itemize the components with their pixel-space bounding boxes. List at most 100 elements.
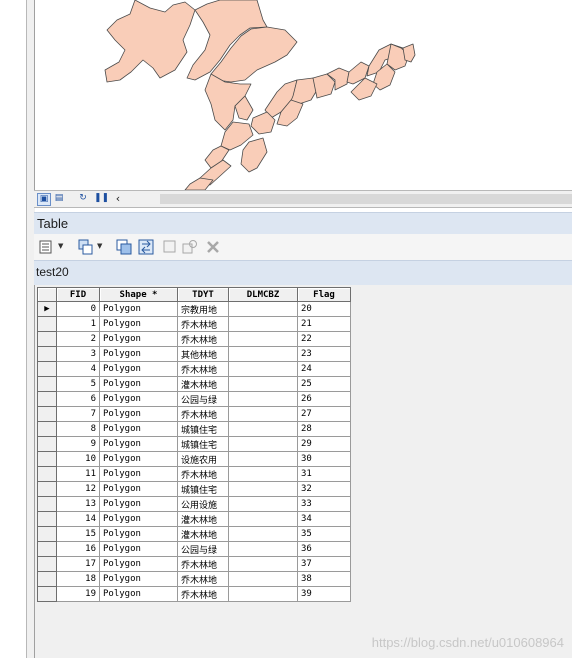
row-selector[interactable] (37, 526, 57, 542)
cell-tdyt[interactable]: 乔木林地 (177, 361, 229, 377)
cell-flag[interactable]: 33 (297, 496, 351, 512)
cell-dlmcbz[interactable] (228, 346, 298, 362)
cell-dlmcbz[interactable] (228, 481, 298, 497)
cell-shape[interactable]: Polygon (99, 556, 178, 572)
related-tables-dropdown-arrow[interactable]: ▼ (97, 242, 102, 250)
cell-dlmcbz[interactable] (228, 466, 298, 482)
horizontal-scrollbar[interactable] (160, 194, 572, 204)
cell-dlmcbz[interactable] (228, 451, 298, 467)
cell-shape[interactable]: Polygon (99, 511, 178, 527)
table-options-dropdown-arrow[interactable]: ▼ (58, 242, 63, 250)
cell-flag[interactable]: 36 (297, 541, 351, 557)
table-row[interactable]: 1 Polygon 乔木林地 21 (37, 316, 351, 332)
cell-tdyt[interactable]: 乔木林地 (177, 331, 229, 347)
cell-shape[interactable]: Polygon (99, 526, 178, 542)
cell-shape[interactable]: Polygon (99, 316, 178, 332)
table-row[interactable]: 17 Polygon 乔木林地 37 (37, 556, 351, 572)
cell-fid[interactable]: 1 (56, 316, 100, 332)
cell-shape[interactable]: Polygon (99, 331, 178, 347)
cell-tdyt[interactable]: 灌木林地 (177, 526, 229, 542)
cell-flag[interactable]: 39 (297, 586, 351, 602)
row-selector[interactable] (37, 571, 57, 587)
table-row[interactable]: 2 Polygon 乔木林地 22 (37, 331, 351, 347)
row-selector[interactable] (37, 541, 57, 557)
cell-shape[interactable]: Polygon (99, 421, 178, 437)
cell-dlmcbz[interactable] (228, 391, 298, 407)
cell-tdyt[interactable]: 公用设施 (177, 496, 229, 512)
table-row[interactable]: 6 Polygon 公园与绿 26 (37, 391, 351, 407)
cell-flag[interactable]: 29 (297, 436, 351, 452)
table-row[interactable]: 15 Polygon 灌木林地 35 (37, 526, 351, 542)
cell-tdyt[interactable]: 公园与绿 (177, 541, 229, 557)
cell-flag[interactable]: 34 (297, 511, 351, 527)
cell-tdyt[interactable]: 乔木林地 (177, 556, 229, 572)
table-row[interactable]: 11 Polygon 乔木林地 31 (37, 466, 351, 482)
cell-dlmcbz[interactable] (228, 331, 298, 347)
row-selector[interactable] (37, 556, 57, 572)
row-selector[interactable] (37, 586, 57, 602)
cell-fid[interactable]: 2 (56, 331, 100, 347)
switch-selection-icon[interactable] (138, 239, 154, 255)
row-selector[interactable] (37, 316, 57, 332)
table-row[interactable]: 14 Polygon 灌木林地 34 (37, 511, 351, 527)
cell-flag[interactable]: 27 (297, 406, 351, 422)
cell-dlmcbz[interactable] (228, 406, 298, 422)
row-selector[interactable] (37, 331, 57, 347)
cell-shape[interactable]: Polygon (99, 481, 178, 497)
cell-fid[interactable]: 10 (56, 451, 100, 467)
cell-dlmcbz[interactable] (228, 571, 298, 587)
cell-shape[interactable]: Polygon (99, 346, 178, 362)
cell-tdyt[interactable]: 灌木林地 (177, 376, 229, 392)
cell-fid[interactable]: 18 (56, 571, 100, 587)
row-selector[interactable] (37, 391, 57, 407)
cell-dlmcbz[interactable] (228, 316, 298, 332)
cell-fid[interactable]: 12 (56, 481, 100, 497)
cell-tdyt[interactable]: 乔木林地 (177, 466, 229, 482)
map-view[interactable] (34, 0, 572, 190)
pause-icon[interactable]: ❚❚ (94, 193, 109, 204)
zoom-to-selected-icon[interactable] (182, 239, 198, 255)
column-header-dlmcbz[interactable]: DLMCBZ (228, 287, 298, 302)
data-view-icon[interactable]: ▤ (53, 193, 65, 204)
cell-tdyt[interactable]: 城镇住宅 (177, 481, 229, 497)
column-header-flag[interactable]: Flag (297, 287, 351, 302)
cell-dlmcbz[interactable] (228, 421, 298, 437)
delete-selected-icon[interactable] (205, 239, 221, 255)
cell-flag[interactable]: 38 (297, 571, 351, 587)
cell-shape[interactable]: Polygon (99, 406, 178, 422)
row-selector[interactable] (37, 421, 57, 437)
cell-fid[interactable]: 0 (56, 301, 100, 317)
table-row[interactable]: 4 Polygon 乔木林地 24 (37, 361, 351, 377)
cell-fid[interactable]: 9 (56, 436, 100, 452)
cell-dlmcbz[interactable] (228, 361, 298, 377)
related-tables-icon[interactable] (78, 239, 94, 255)
cell-shape[interactable]: Polygon (99, 541, 178, 557)
cell-fid[interactable]: 3 (56, 346, 100, 362)
cell-tdyt[interactable]: 城镇住宅 (177, 436, 229, 452)
cell-shape[interactable]: Polygon (99, 466, 178, 482)
layout-view-icon[interactable]: ▣ (37, 193, 51, 206)
cell-flag[interactable]: 28 (297, 421, 351, 437)
cell-flag[interactable]: 23 (297, 346, 351, 362)
cell-dlmcbz[interactable] (228, 556, 298, 572)
cell-flag[interactable]: 26 (297, 391, 351, 407)
row-selector[interactable] (37, 406, 57, 422)
table-row[interactable]: 16 Polygon 公园与绿 36 (37, 541, 351, 557)
table-row[interactable]: 12 Polygon 城镇住宅 32 (37, 481, 351, 497)
cell-dlmcbz[interactable] (228, 511, 298, 527)
table-row[interactable]: 13 Polygon 公用设施 33 (37, 496, 351, 512)
cell-shape[interactable]: Polygon (99, 586, 178, 602)
cell-dlmcbz[interactable] (228, 376, 298, 392)
row-selector[interactable] (37, 346, 57, 362)
table-row[interactable]: 7 Polygon 乔木林地 27 (37, 406, 351, 422)
cell-fid[interactable]: 11 (56, 466, 100, 482)
table-row[interactable]: 18 Polygon 乔木林地 38 (37, 571, 351, 587)
cell-dlmcbz[interactable] (228, 496, 298, 512)
column-header-fid[interactable]: FID (56, 287, 100, 302)
cell-dlmcbz[interactable] (228, 436, 298, 452)
cell-fid[interactable]: 6 (56, 391, 100, 407)
cell-shape[interactable]: Polygon (99, 376, 178, 392)
cell-flag[interactable]: 22 (297, 331, 351, 347)
scroll-left-icon[interactable]: ‹ (112, 193, 124, 204)
cell-tdyt[interactable]: 城镇住宅 (177, 421, 229, 437)
